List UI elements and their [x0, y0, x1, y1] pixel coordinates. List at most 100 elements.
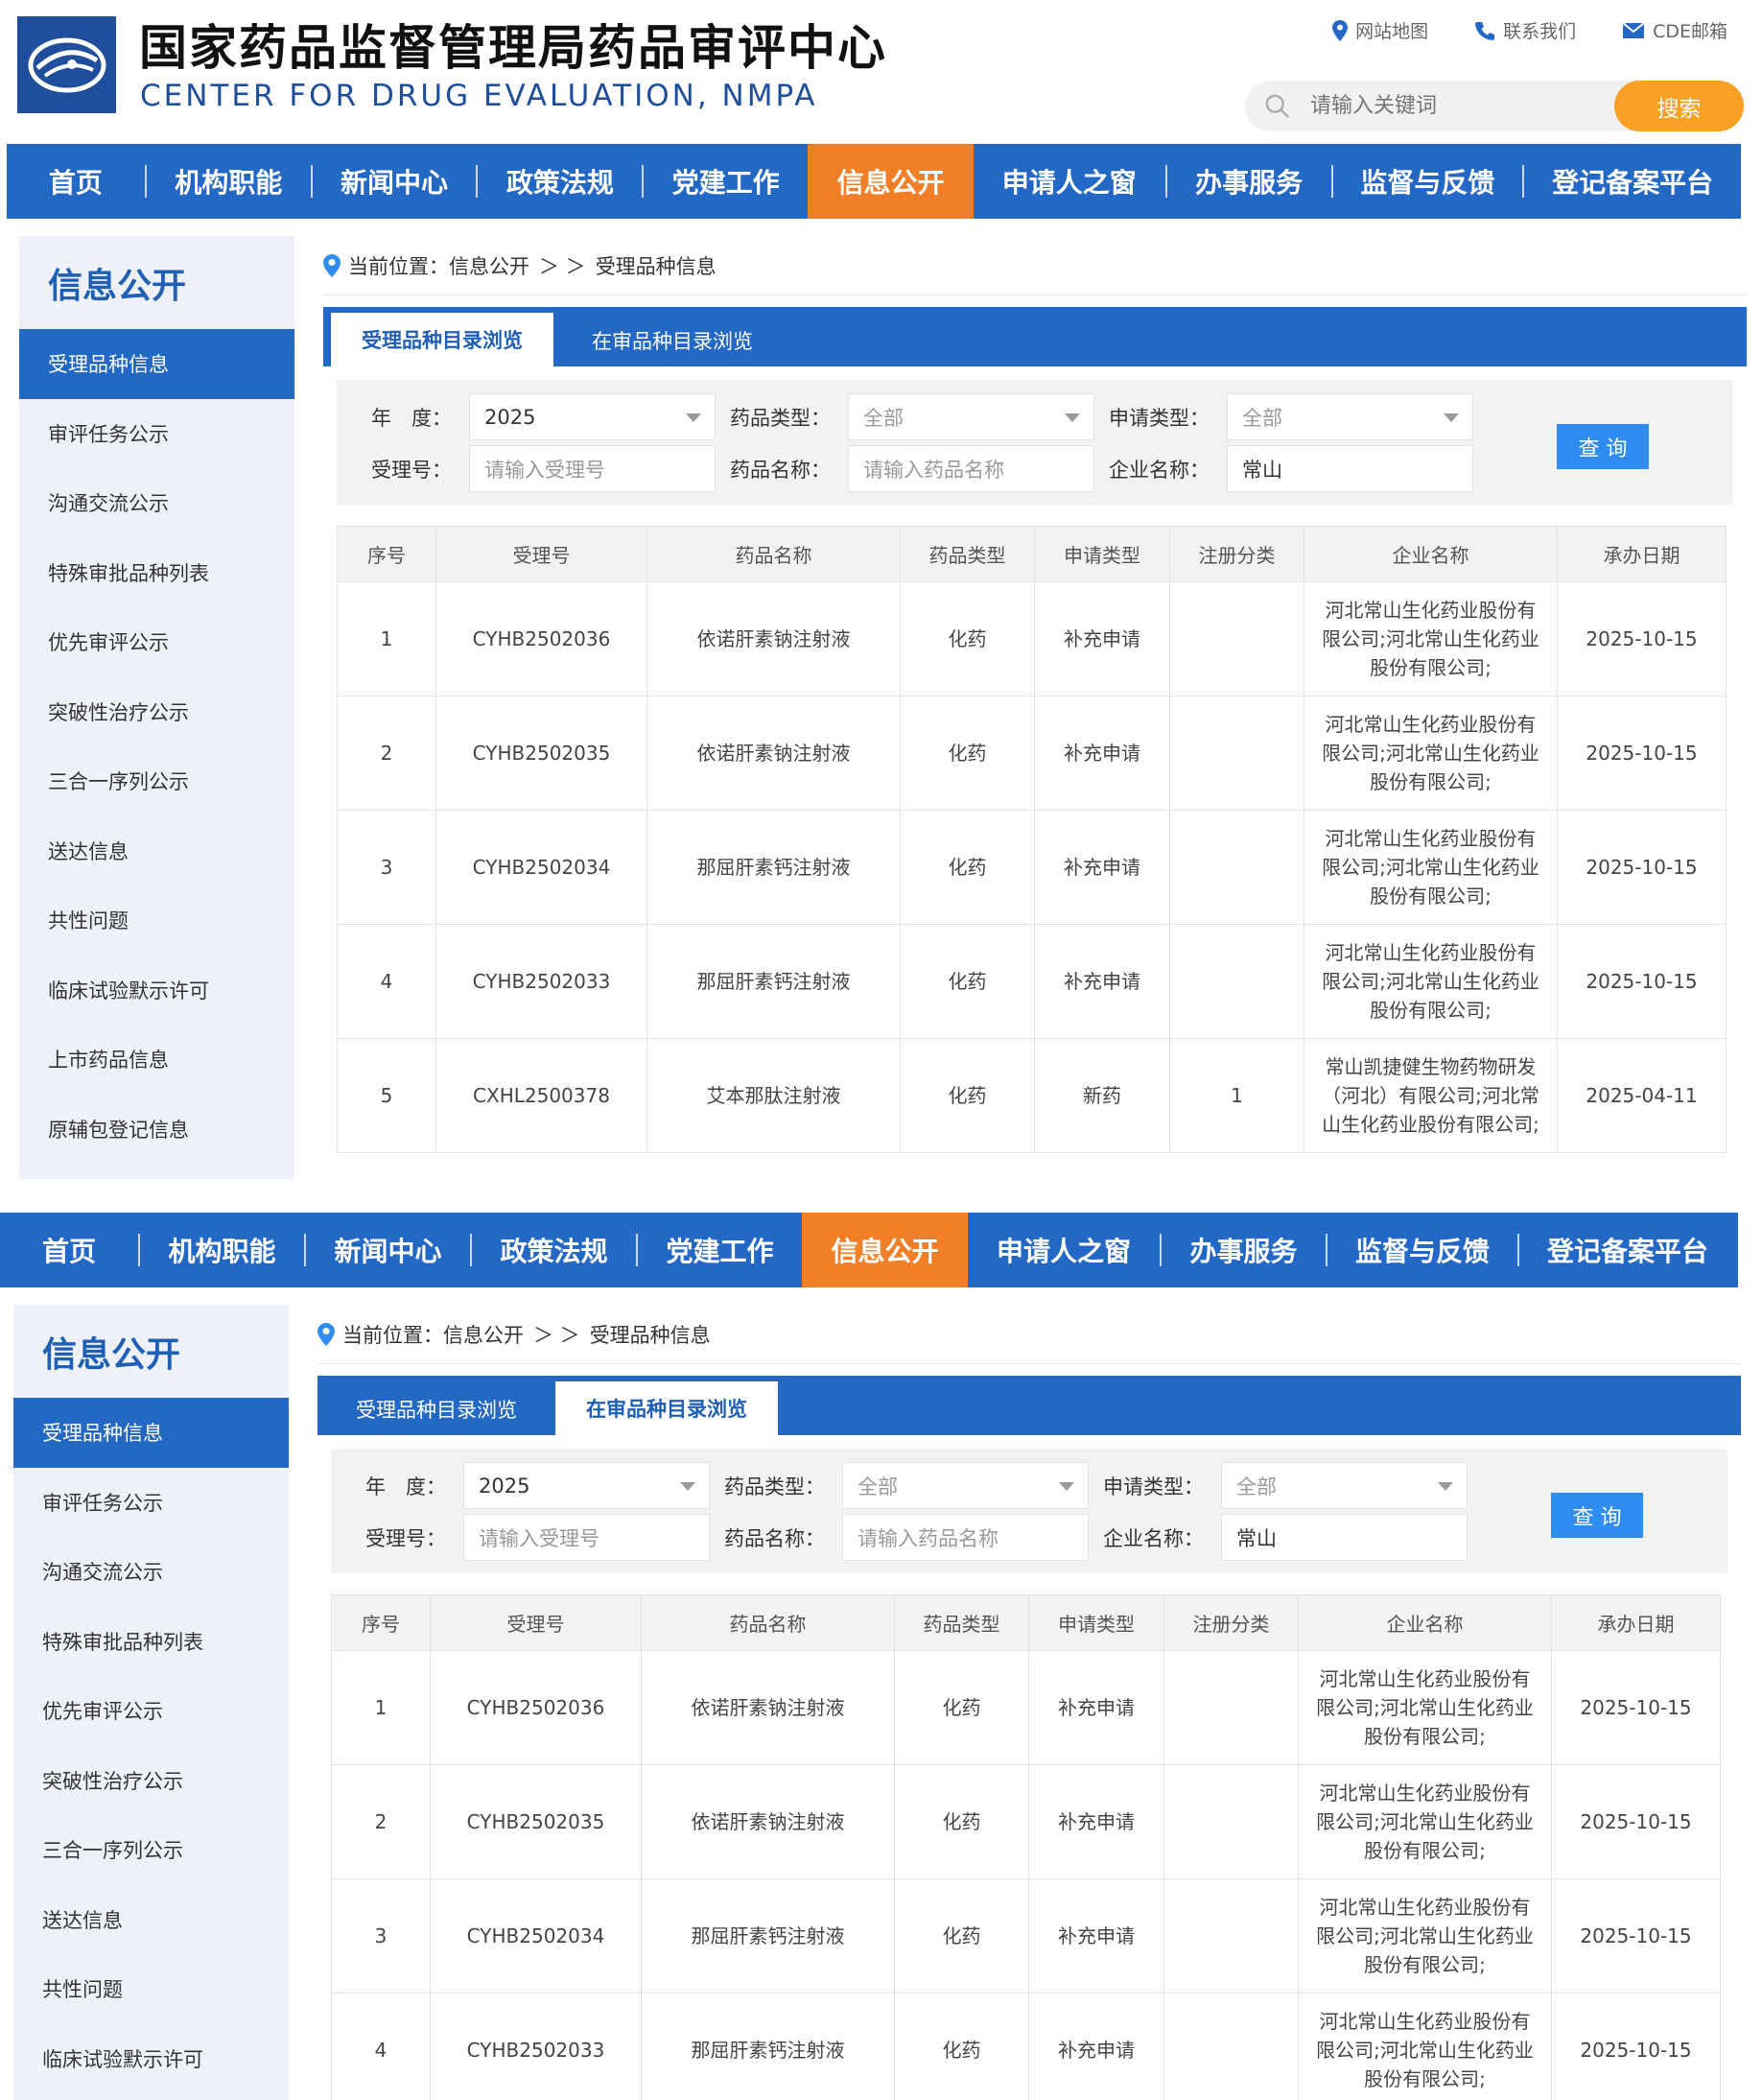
sidebar-item-common-issues[interactable]: 共性问题 — [13, 1954, 289, 2024]
sidebar-item-priority[interactable]: 优先审评公示 — [13, 1676, 289, 1746]
accept-no-input[interactable]: 请输入受理号 — [469, 445, 716, 492]
cell-col-drug-name: 依诺肝素钠注射液 — [646, 581, 901, 696]
nav-registration[interactable]: 登记备案平台 — [1524, 144, 1741, 219]
site-title-en: CENTER FOR DRUG EVALUATION, NMPA — [140, 79, 818, 113]
nav-info[interactable]: 信息公开 — [808, 144, 974, 219]
nav-functions[interactable]: 机构职能 — [147, 144, 311, 219]
table-row[interactable]: 3 CYHB2502034 那屈肝素钙注射液 化药 补充申请 河北常山生化药业股份有限公司… — [331, 1878, 1721, 1994]
cell-col-reg-class — [1169, 810, 1304, 925]
nav-party[interactable]: 党建工作 — [638, 1213, 802, 1287]
drug-type-select[interactable]: 全部 — [842, 1462, 1089, 1509]
search-input[interactable] — [1291, 81, 1614, 131]
drug-type-select[interactable]: 全部 — [848, 393, 1094, 440]
cell-col-company: 河北常山生化药业股份有限公司;河北常山生化药业股份有限公司; — [1304, 696, 1558, 811]
drug-name-input[interactable]: 请输入药品名称 — [848, 445, 1094, 492]
table-row[interactable]: 4 CYHB2502033 那屈肝素钙注射液 化药 补充申请 河北常山生化药业股份有限公司… — [331, 1993, 1721, 2100]
cell-col-apply-type: 补充申请 — [1028, 1650, 1164, 1765]
table-row[interactable]: 1 CYHB2502036 依诺肝素钠注射液 化药 补充申请 河北常山生化药业股份有限公司… — [337, 581, 1727, 696]
nav-policy[interactable]: 政策法规 — [472, 1213, 636, 1287]
cell-col-drug-type: 化药 — [894, 1993, 1029, 2100]
query-button[interactable]: 查 询 — [1551, 1493, 1643, 1538]
cell-col-drug-name: 那屈肝素钙注射液 — [641, 1993, 895, 2100]
sidebar-item-common-issues[interactable]: 共性问题 — [19, 885, 294, 956]
year-select[interactable]: 2025 — [463, 1462, 710, 1509]
nav-policy[interactable]: 政策法规 — [478, 144, 642, 219]
sidebar-item-three-in-one[interactable]: 三合一序列公示 — [13, 1815, 289, 1885]
nav-service[interactable]: 办事服务 — [1167, 144, 1331, 219]
table-row[interactable]: 3 CYHB2502034 那屈肝素钙注射液 化药 补充申请 河北常山生化药业股份有限公司… — [337, 810, 1727, 925]
sidebar-item-accepted[interactable]: 受理品种信息 — [19, 329, 294, 399]
nav-party[interactable]: 党建工作 — [644, 144, 808, 219]
tab-accepted-list[interactable]: 受理品种目录浏览 — [317, 1383, 548, 1435]
sidebar-item-three-in-one[interactable]: 三合一序列公示 — [19, 746, 294, 816]
tab-in-review-list[interactable]: 在审品种目录浏览 — [553, 315, 784, 366]
breadcrumb-prefix[interactable]: 当前位置：信息公开 — [342, 1320, 524, 1349]
contact-label: 联系我们 — [1503, 21, 1577, 42]
table-row[interactable]: 2 CYHB2502035 依诺肝素钠注射液 化药 补充申请 河北常山生化药业股份有限公司… — [337, 696, 1727, 811]
table-row[interactable]: 1 CYHB2502036 依诺肝素钠注射液 化药 补充申请 河北常山生化药业股份有限公司… — [331, 1650, 1721, 1765]
apply-type-select[interactable]: 全部 — [1221, 1462, 1468, 1509]
sidebar-item-breakthrough[interactable]: 突破性治疗公示 — [13, 1746, 289, 1816]
nav-info[interactable]: 信息公开 — [802, 1213, 968, 1287]
cell-col-accept-no: CYHB2502036 — [430, 1650, 642, 1765]
sidebar-item-excipients[interactable]: 原辅包登记信息 — [19, 1095, 294, 1165]
breadcrumb-current: 受理品种信息 — [589, 1323, 711, 1347]
nav-applicant[interactable]: 申请人之窗 — [974, 144, 1165, 219]
cell-col-accept-no: CXHL2500378 — [435, 1038, 647, 1153]
sidebar-item-clinical[interactable]: 临床试验默示许可 — [13, 2024, 289, 2094]
location-pin-icon — [323, 253, 341, 277]
apply-type-label: 申请类型： — [1109, 406, 1210, 430]
logo-icon[interactable] — [17, 16, 116, 113]
cell-col-accept-no: CYHB2502034 — [430, 1878, 642, 1994]
sidebar-item-review-tasks[interactable]: 审评任务公示 — [19, 399, 294, 469]
contact-link[interactable]: 联系我们 — [1474, 17, 1576, 43]
nav-home[interactable]: 首页 — [0, 1213, 138, 1287]
drug-name-input[interactable]: 请输入药品名称 — [842, 1514, 1089, 1561]
sidebar-item-special[interactable]: 特殊审批品种列表 — [19, 538, 294, 608]
nav-registration[interactable]: 登记备案平台 — [1519, 1213, 1736, 1287]
sidebar-item-accepted[interactable]: 受理品种信息 — [13, 1398, 289, 1468]
sidebar-item-communication[interactable]: 沟通交流公示 — [19, 468, 294, 538]
cell-col-drug-type: 化药 — [900, 924, 1035, 1039]
nav-supervision[interactable]: 监督与反馈 — [1333, 144, 1523, 219]
table-row[interactable]: 2 CYHB2502035 依诺肝素钠注射液 化药 补充申请 河北常山生化药业股份有限公司… — [331, 1764, 1721, 1879]
nav-service[interactable]: 办事服务 — [1162, 1213, 1326, 1287]
table-row[interactable]: 4 CYHB2502033 那屈肝素钙注射液 化药 补充申请 河北常山生化药业股份有限公司… — [337, 924, 1727, 1039]
sidebar-item-marketed[interactable]: 上市药品信息 — [19, 1025, 294, 1095]
company-label: 企业名称： — [1109, 458, 1210, 482]
sitemap-link[interactable]: 网站地图 — [1332, 17, 1428, 43]
sidebar-item-delivery[interactable]: 送达信息 — [13, 1885, 289, 1955]
company-input[interactable]: 常山 — [1227, 445, 1473, 492]
query-button[interactable]: 查 询 — [1557, 424, 1649, 469]
nav-home[interactable]: 首页 — [7, 144, 145, 219]
sidebar-item-communication[interactable]: 沟通交流公示 — [13, 1537, 289, 1607]
tab-in-review-list[interactable]: 在审品种目录浏览 — [555, 1381, 778, 1435]
nav-news[interactable]: 新闻中心 — [306, 1213, 470, 1287]
breadcrumb-sep: ＞ ＞ — [539, 254, 586, 278]
sidebar-item-priority[interactable]: 优先审评公示 — [19, 607, 294, 677]
sidebar-item-clinical[interactable]: 临床试验默示许可 — [19, 956, 294, 1026]
header-col-reg-class: 注册分类 — [1163, 1594, 1299, 1651]
nav-supervision[interactable]: 监督与反馈 — [1327, 1213, 1517, 1287]
nav-news[interactable]: 新闻中心 — [313, 144, 477, 219]
year-select[interactable]: 2025 — [469, 393, 716, 440]
cell-col-drug-name: 那屈肝素钙注射液 — [646, 810, 901, 925]
cell-col-apply-type: 补充申请 — [1034, 581, 1170, 696]
mail-link[interactable]: CDE邮箱 — [1622, 17, 1727, 43]
nav-functions[interactable]: 机构职能 — [140, 1213, 304, 1287]
apply-type-select[interactable]: 全部 — [1227, 393, 1473, 440]
accept-no-input[interactable]: 请输入受理号 — [463, 1514, 710, 1561]
nav-applicant[interactable]: 申请人之窗 — [968, 1213, 1160, 1287]
sidebar-item-review-tasks[interactable]: 审评任务公示 — [13, 1468, 289, 1538]
cell-col-company: 河北常山生化药业股份有限公司;河北常山生化药业股份有限公司; — [1298, 1764, 1552, 1879]
sidebar-item-special[interactable]: 特殊审批品种列表 — [13, 1607, 289, 1677]
cell-col-company: 常山凯捷健生物药物研发（河北）有限公司;河北常山生化药业股份有限公司; — [1304, 1038, 1558, 1153]
tab-accepted-list[interactable]: 受理品种目录浏览 — [331, 313, 553, 366]
search-button[interactable]: 搜索 — [1614, 81, 1744, 131]
company-input[interactable]: 常山 — [1221, 1514, 1468, 1561]
tab-bar: 受理品种目录浏览 在审品种目录浏览 — [317, 1376, 1741, 1435]
sidebar-item-delivery[interactable]: 送达信息 — [19, 816, 294, 886]
breadcrumb-prefix[interactable]: 当前位置：信息公开 — [348, 251, 529, 280]
table-row[interactable]: 5 CXHL2500378 艾本那肽注射液 化药 新药 1 常山凯捷健生物药物研发（河北）有… — [337, 1038, 1727, 1153]
sidebar-item-breakthrough[interactable]: 突破性治疗公示 — [19, 677, 294, 747]
